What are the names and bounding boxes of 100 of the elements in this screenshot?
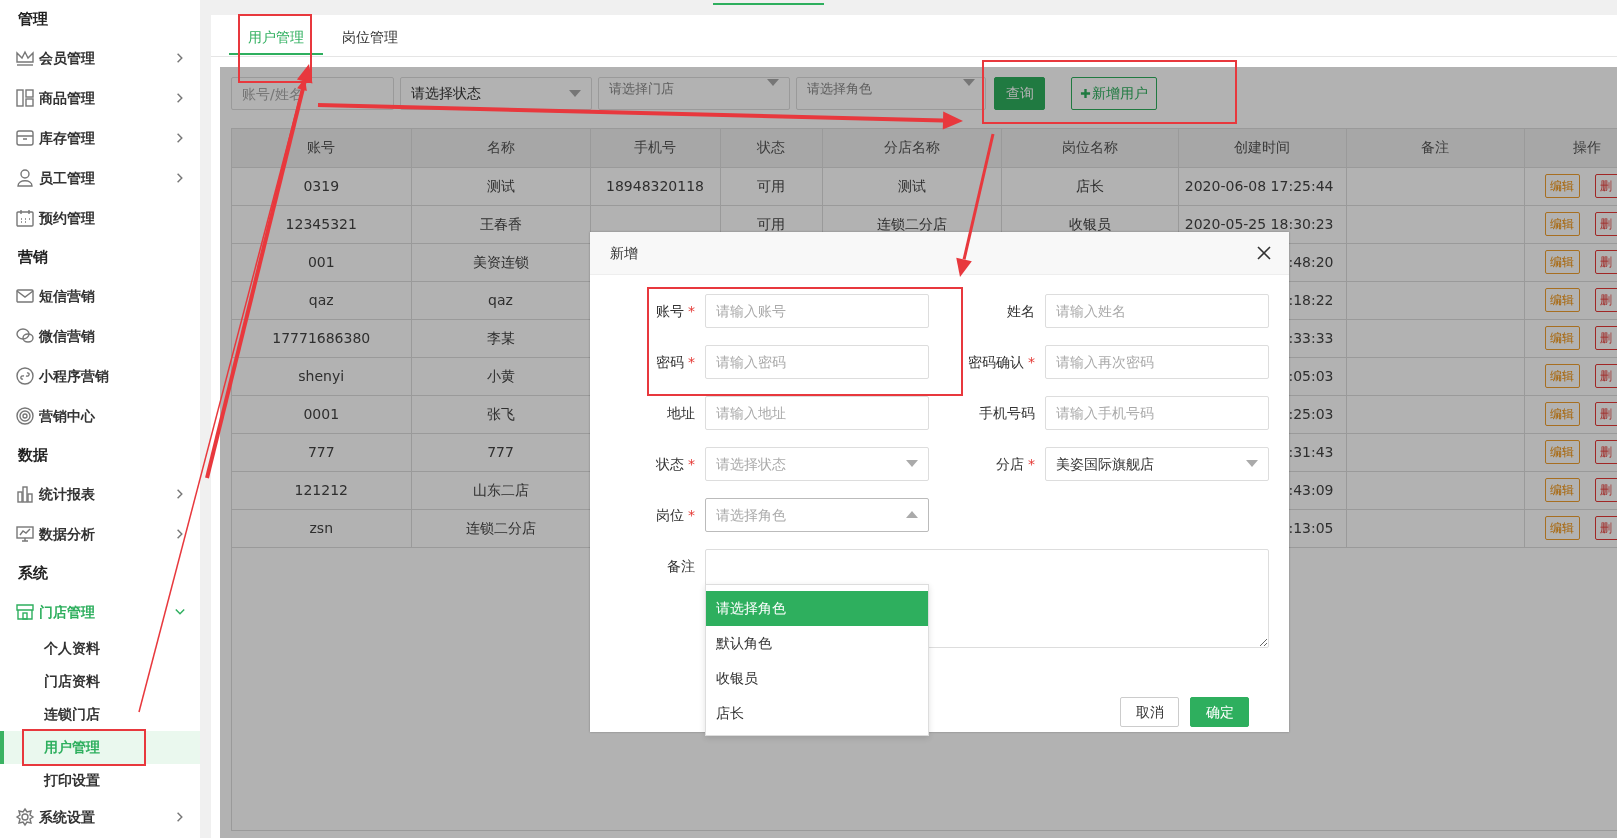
column-header: 账号 [232, 129, 411, 167]
select-field[interactable]: 请选择门店 [598, 77, 790, 110]
submenu-item[interactable]: 门店资料 [0, 665, 200, 698]
column-header: 岗位名称 [1001, 129, 1178, 167]
menu-item[interactable]: 系统设置 [0, 797, 200, 837]
field-label: 地址 [666, 404, 696, 423]
edit-button[interactable]: 编辑 [1544, 326, 1580, 350]
field-label: 备注 [666, 557, 696, 576]
submenu-item[interactable]: 打印设置 [0, 764, 200, 797]
field-label: 状态 * [654, 455, 696, 474]
input-field[interactable]: 请输入账号 [705, 294, 929, 328]
menu-item[interactable]: 员工管理 [0, 158, 200, 198]
table-cell: 12345321 [232, 205, 411, 243]
edit-button[interactable]: 编辑 [1544, 174, 1580, 198]
field-label: 密码确认 * [966, 353, 1036, 372]
box-icon [15, 128, 35, 148]
input-field[interactable]: 请输入密码 [705, 345, 929, 379]
edit-button[interactable]: 编辑 [1544, 288, 1580, 312]
field-label: 密码 * [654, 353, 696, 372]
edit-button[interactable]: 编辑 [1544, 402, 1580, 426]
column-header: 状态 [720, 129, 822, 167]
table-cell: 0319 [232, 167, 411, 205]
confirm-button[interactable]: 确定 [1190, 697, 1249, 727]
select-field[interactable]: 请选择状态 [400, 77, 592, 110]
table-cell: 测试 [822, 167, 1001, 205]
menu-item[interactable]: 微信营销 [0, 316, 200, 356]
link-icon [15, 366, 35, 386]
column-header: 创建时间 [1178, 129, 1346, 167]
submenu-item[interactable]: 用户管理 [0, 731, 200, 764]
menu-item[interactable]: 门店管理 [0, 592, 200, 632]
delete-button[interactable]: 删 [1594, 440, 1617, 464]
delete-button[interactable]: 删 [1594, 364, 1617, 388]
select-field[interactable]: 请选择角色 [705, 498, 929, 532]
select-field[interactable]: 请选择状态 [705, 447, 929, 481]
menu-item[interactable]: 小程序营销 [0, 356, 200, 396]
column-header: 备注 [1346, 129, 1524, 167]
menu-item[interactable]: 统计报表 [0, 474, 200, 514]
section-title: 管理 [17, 9, 49, 30]
input-field[interactable]: 请输入手机号码 [1045, 396, 1269, 430]
table-cell: 王春香 [411, 205, 590, 243]
menu-item[interactable]: 库存管理 [0, 118, 200, 158]
edit-button[interactable]: 编辑 [1544, 440, 1580, 464]
submenu-item[interactable]: 连锁门店 [0, 698, 200, 731]
tab[interactable]: 岗位管理 [323, 15, 417, 55]
delete-button[interactable]: 删 [1594, 326, 1617, 350]
dropdown-option[interactable]: 收银员 [706, 661, 928, 696]
delete-button[interactable]: 删 [1594, 174, 1617, 198]
edit-button[interactable]: 编辑 [1544, 516, 1580, 540]
delete-button[interactable]: 删 [1594, 402, 1617, 426]
table-cell: 121212 [232, 471, 411, 509]
menu-item[interactable]: 短信营销 [0, 276, 200, 316]
menu-item[interactable]: 预约管理 [0, 198, 200, 238]
table-cell: 0001 [232, 395, 411, 433]
caret-icon [963, 79, 975, 87]
input-field[interactable]: 请输入地址 [705, 396, 929, 430]
input-field[interactable]: 请输入姓名 [1045, 294, 1269, 328]
dropdown-option[interactable]: 请选择角色 [706, 591, 928, 626]
crown-icon [15, 48, 35, 68]
column-header: 手机号 [590, 129, 720, 167]
submenu-item[interactable]: 个人资料 [0, 632, 200, 665]
delete-button[interactable]: 删 [1594, 212, 1617, 236]
close-icon[interactable] [1257, 246, 1271, 260]
menu-item[interactable]: 会员管理 [0, 38, 200, 78]
menu-item[interactable]: 营销中心 [0, 396, 200, 436]
delete-button[interactable]: 删 [1594, 250, 1617, 274]
table-cell: qaz [232, 281, 411, 319]
table-cell: 可用 [720, 167, 822, 205]
select-field[interactable]: 美姿国际旗舰店 [1045, 447, 1269, 481]
section-title: 数据 [17, 445, 49, 466]
edit-button[interactable]: 编辑 [1544, 364, 1580, 388]
delete-button[interactable]: 删 [1594, 516, 1617, 540]
cancel-button[interactable]: 取消 [1120, 697, 1179, 727]
calendar-icon [15, 208, 35, 228]
delete-button[interactable]: 删 [1594, 288, 1617, 312]
dialog-title: 新增 [610, 243, 638, 263]
monitor-icon [15, 524, 35, 544]
edit-button[interactable]: 编辑 [1544, 478, 1580, 502]
menu-item[interactable]: 数据分析 [0, 514, 200, 554]
table-cell: 18948320118 [590, 167, 720, 205]
envelope-icon [15, 286, 35, 306]
select-field[interactable]: 请选择角色 [796, 77, 986, 110]
plus-icon [1080, 88, 1091, 99]
delete-button[interactable]: 删 [1594, 478, 1617, 502]
edit-button[interactable]: 编辑 [1544, 212, 1580, 236]
dropdown-option[interactable]: 默认角色 [706, 626, 928, 661]
person-icon [15, 168, 35, 188]
table-cell: 001 [232, 243, 411, 281]
section-title: 营销 [17, 247, 49, 268]
add-user-button[interactable]: 新增用户 [1071, 77, 1157, 110]
dropdown-option[interactable]: 店长 [706, 696, 928, 731]
bar-chart-icon [15, 484, 35, 504]
table-cell: zsn [232, 509, 411, 547]
menu-item[interactable]: 商品管理 [0, 78, 200, 118]
caret-icon [767, 79, 779, 87]
search-button[interactable]: 查询 [994, 77, 1045, 110]
caret-icon [569, 89, 581, 98]
tab[interactable]: 用户管理 [229, 15, 323, 55]
input-field[interactable]: 请输入再次密码 [1045, 345, 1269, 379]
store-icon [15, 602, 35, 622]
edit-button[interactable]: 编辑 [1544, 250, 1580, 274]
